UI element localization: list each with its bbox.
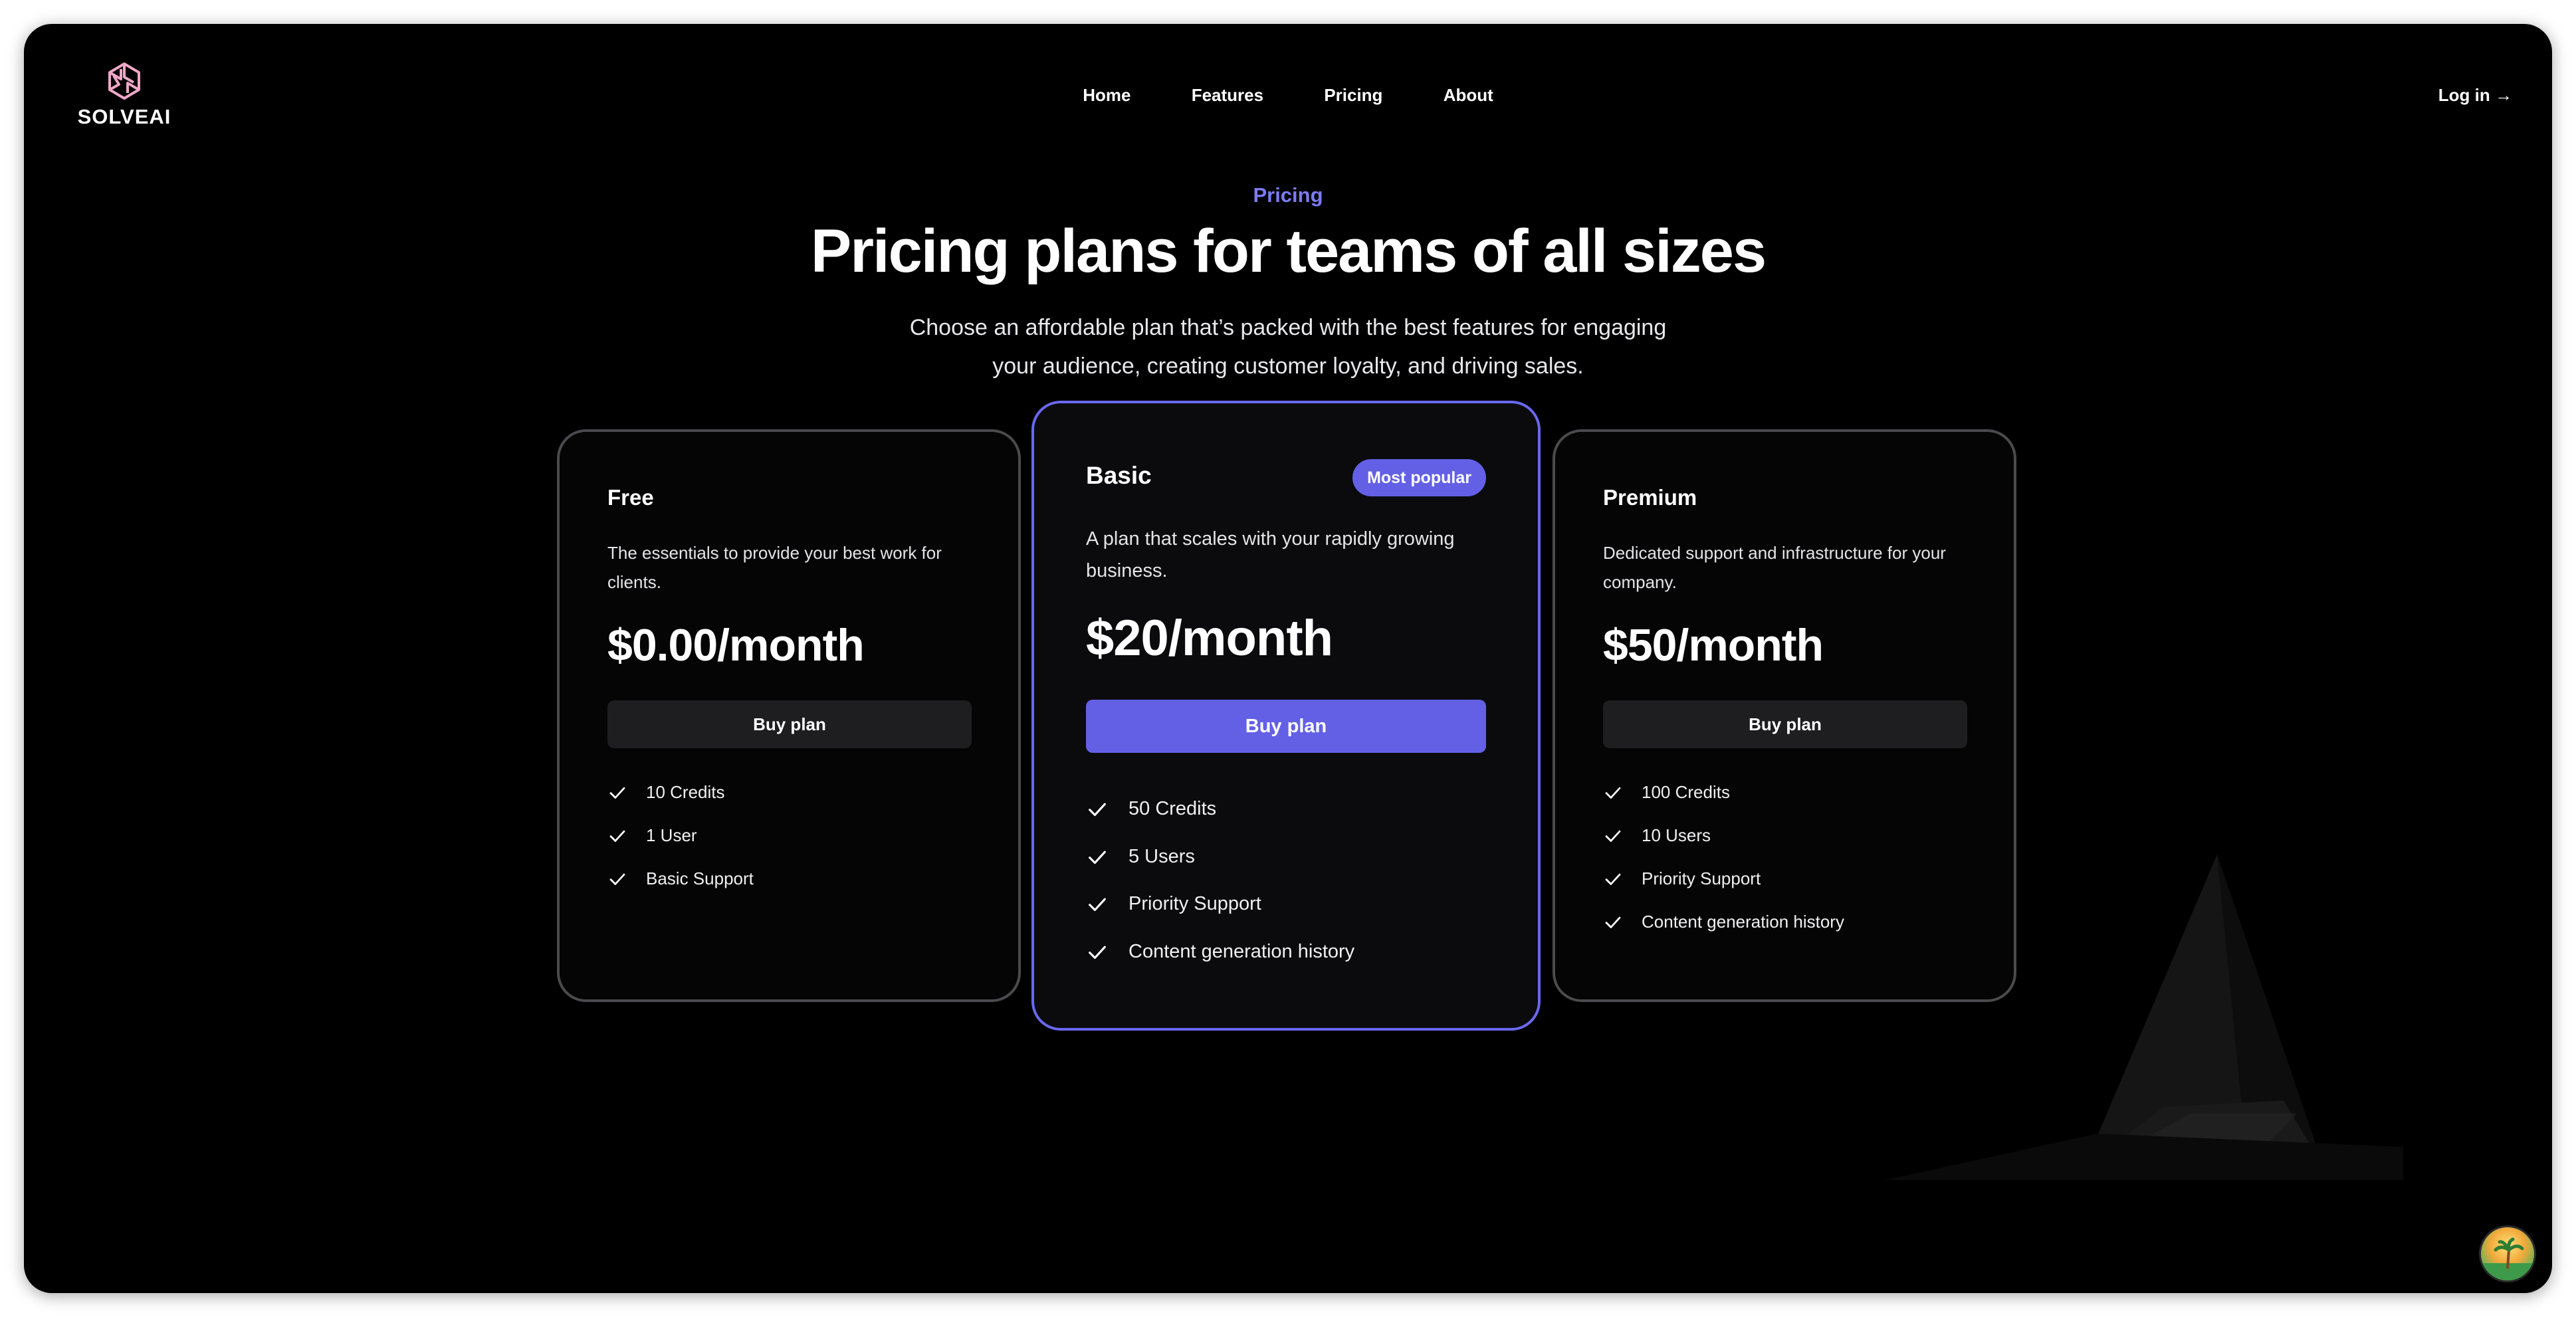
buy-plan-button-free[interactable]: Buy plan xyxy=(607,700,972,748)
feature-list: 50 Credits 5 Users Priority Support Cont… xyxy=(1086,797,1491,987)
feature-item: 10 Users xyxy=(1603,825,1975,868)
feature-label: 100 Credits xyxy=(1642,782,1730,802)
plan-card-basic: Basic Most popular A plan that scales wi… xyxy=(1031,401,1541,1031)
plan-name: Free xyxy=(607,485,654,510)
section-eyebrow: Pricing xyxy=(1253,183,1323,207)
check-icon xyxy=(1089,946,1106,959)
app-window: SOLVEAI Home Features Pricing About Log … xyxy=(24,24,2552,1293)
check-icon xyxy=(609,830,625,842)
check-icon xyxy=(609,873,625,885)
check-icon xyxy=(1089,898,1106,912)
check-icon xyxy=(609,787,625,799)
feature-item: 1 User xyxy=(607,825,980,868)
feature-item: 10 Credits xyxy=(607,781,980,825)
feature-label: Priority Support xyxy=(1642,868,1761,888)
feature-label: 1 User xyxy=(646,825,697,845)
plan-card-free: Free The essentials to provide your best… xyxy=(557,429,1021,1002)
plan-description: A plan that scales with your rapidly gro… xyxy=(1086,528,1455,581)
nav-item-pricing[interactable]: Pricing xyxy=(1324,85,1382,106)
plan-price: $0.00/month xyxy=(607,620,865,670)
nav-item-home[interactable]: Home xyxy=(1083,85,1130,106)
feature-label: 5 Users xyxy=(1128,845,1195,867)
feature-item: 100 Credits xyxy=(1603,781,1975,825)
nav-item-about[interactable]: About xyxy=(1444,85,1493,106)
feature-label: 10 Users xyxy=(1642,825,1711,845)
check-icon xyxy=(1605,787,1621,799)
nav-item-features[interactable]: Features xyxy=(1192,85,1263,106)
buy-plan-button-premium[interactable]: Buy plan xyxy=(1603,700,1967,748)
help-avatar-icon[interactable] xyxy=(2479,1225,2536,1282)
plan-name: Premium xyxy=(1603,485,1697,510)
feature-label: Content generation history xyxy=(1128,940,1355,962)
plan-description: Dedicated support and infrastructure for… xyxy=(1603,543,1946,592)
check-icon xyxy=(1089,851,1106,864)
check-icon xyxy=(1605,916,1621,928)
feature-item: Content generation history xyxy=(1086,940,1491,987)
main-nav: Home Features Pricing About xyxy=(24,85,2552,106)
plan-card-premium: Premium Dedicated support and infrastruc… xyxy=(1553,429,2016,1002)
plan-name: Basic xyxy=(1086,462,1152,489)
buy-plan-button-basic[interactable]: Buy plan xyxy=(1086,700,1486,753)
most-popular-badge: Most popular xyxy=(1352,459,1486,496)
login-link[interactable]: Log in → xyxy=(2438,85,2512,106)
feature-item: 5 Users xyxy=(1086,845,1491,892)
feature-list: 10 Credits 1 User Basic Support xyxy=(607,781,980,911)
feature-label: Priority Support xyxy=(1128,893,1261,914)
plan-description: The essentials to provide your best work… xyxy=(607,543,942,592)
feature-item: Priority Support xyxy=(1603,868,1975,911)
feature-label: 50 Credits xyxy=(1128,798,1217,819)
check-icon xyxy=(1605,830,1621,842)
feature-list: 100 Credits 10 Users Priority Support Co… xyxy=(1603,781,1975,954)
brand-name: SOLVEAI xyxy=(77,105,171,128)
feature-item: 50 Credits xyxy=(1086,797,1491,845)
page-title: Pricing plans for teams of all sizes xyxy=(810,217,1767,285)
check-icon xyxy=(1605,873,1621,885)
feature-label: Content generation history xyxy=(1642,912,1844,932)
plan-price: $20/month xyxy=(1086,610,1333,666)
check-icon xyxy=(1089,803,1106,817)
feature-item: Content generation history xyxy=(1603,911,1975,954)
feature-label: Basic Support xyxy=(646,868,754,888)
feature-label: 10 Credits xyxy=(646,782,725,802)
palm-tree-icon xyxy=(2481,1237,2534,1280)
page-subtitle: Choose an affordable plan that’s packed … xyxy=(909,315,1667,379)
plan-price: $50/month xyxy=(1603,620,1824,670)
feature-item: Priority Support xyxy=(1086,892,1491,940)
feature-item: Basic Support xyxy=(607,868,980,911)
